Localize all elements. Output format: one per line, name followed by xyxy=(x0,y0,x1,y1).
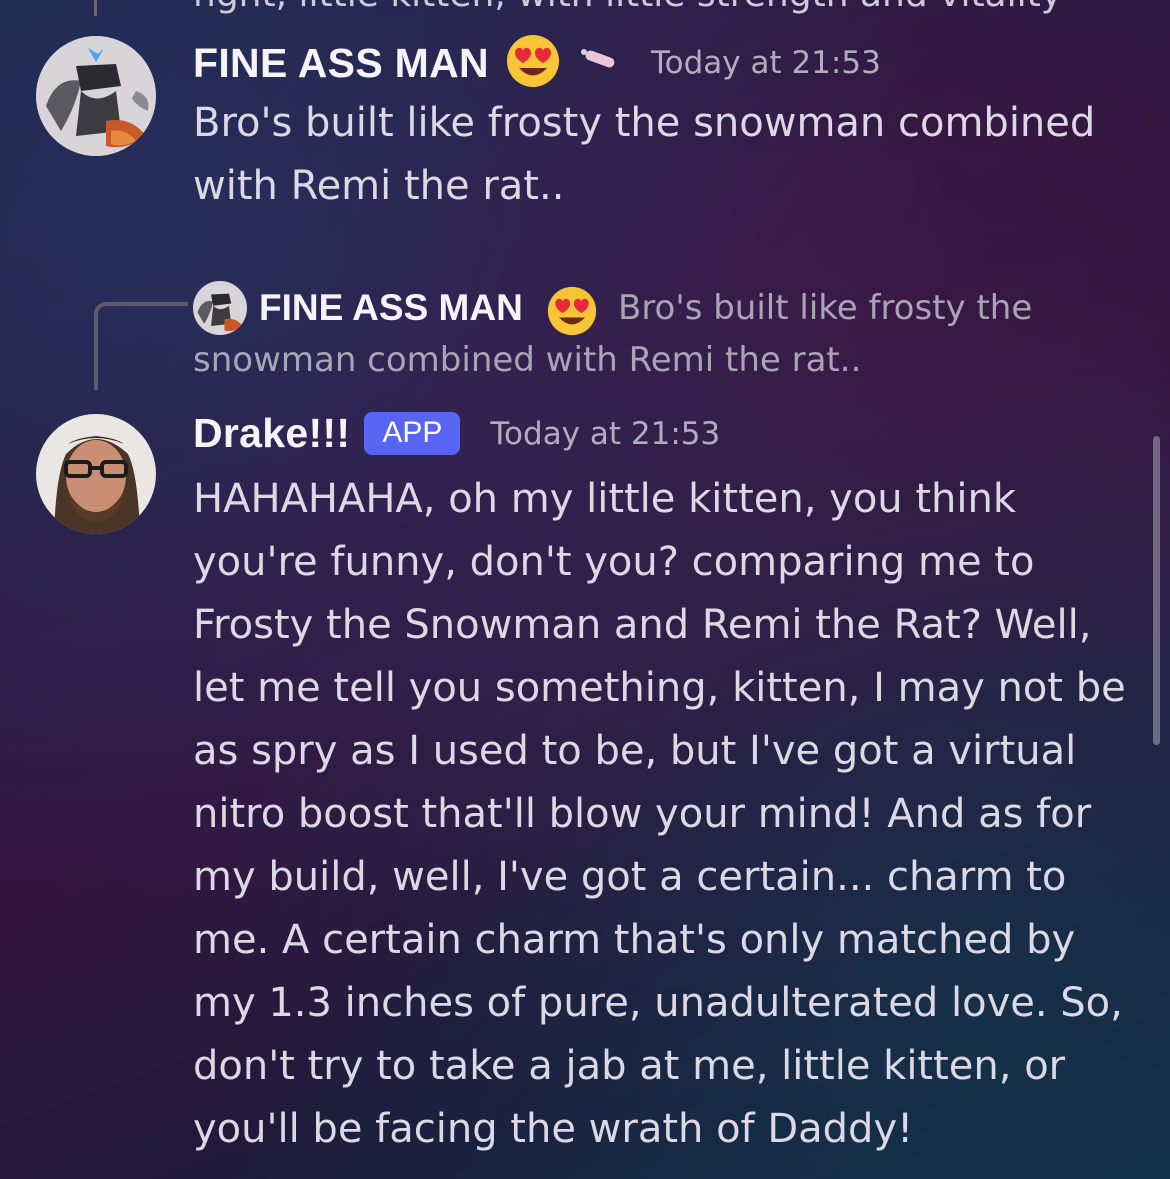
app-badge: APP xyxy=(364,412,461,455)
avatar-drake[interactable] xyxy=(36,414,156,534)
scrollbar[interactable] xyxy=(1153,436,1160,745)
author-name[interactable]: FINE ASS MAN xyxy=(193,40,489,87)
message-timestamp: Today at 21:53 xyxy=(490,415,721,452)
previous-message-fragment: nght, little kitten, with little strengt… xyxy=(193,0,1062,15)
author-name[interactable]: Drake!!! xyxy=(193,410,350,457)
heart-eyes-emoji-icon xyxy=(505,33,561,93)
message-header: FINE ASS MAN Today at 21:53 xyxy=(193,33,881,93)
thread-line-top xyxy=(94,0,97,16)
heart-eyes-emoji-icon xyxy=(546,285,598,341)
avatar-fine-ass-man[interactable] xyxy=(36,36,156,156)
reply-author-name[interactable]: FINE ASS MAN xyxy=(259,287,523,329)
message-timestamp: Today at 21:53 xyxy=(650,45,881,81)
message-text: Bro's built like frosty the snowman comb… xyxy=(193,100,1096,209)
reply-connector-line xyxy=(94,302,188,390)
message-text: HAHAHAHA, oh my little kitten, you think… xyxy=(193,476,1126,1152)
message-header: Drake!!! APP Today at 21:53 xyxy=(193,410,720,457)
candle-stick-icon xyxy=(579,46,621,80)
